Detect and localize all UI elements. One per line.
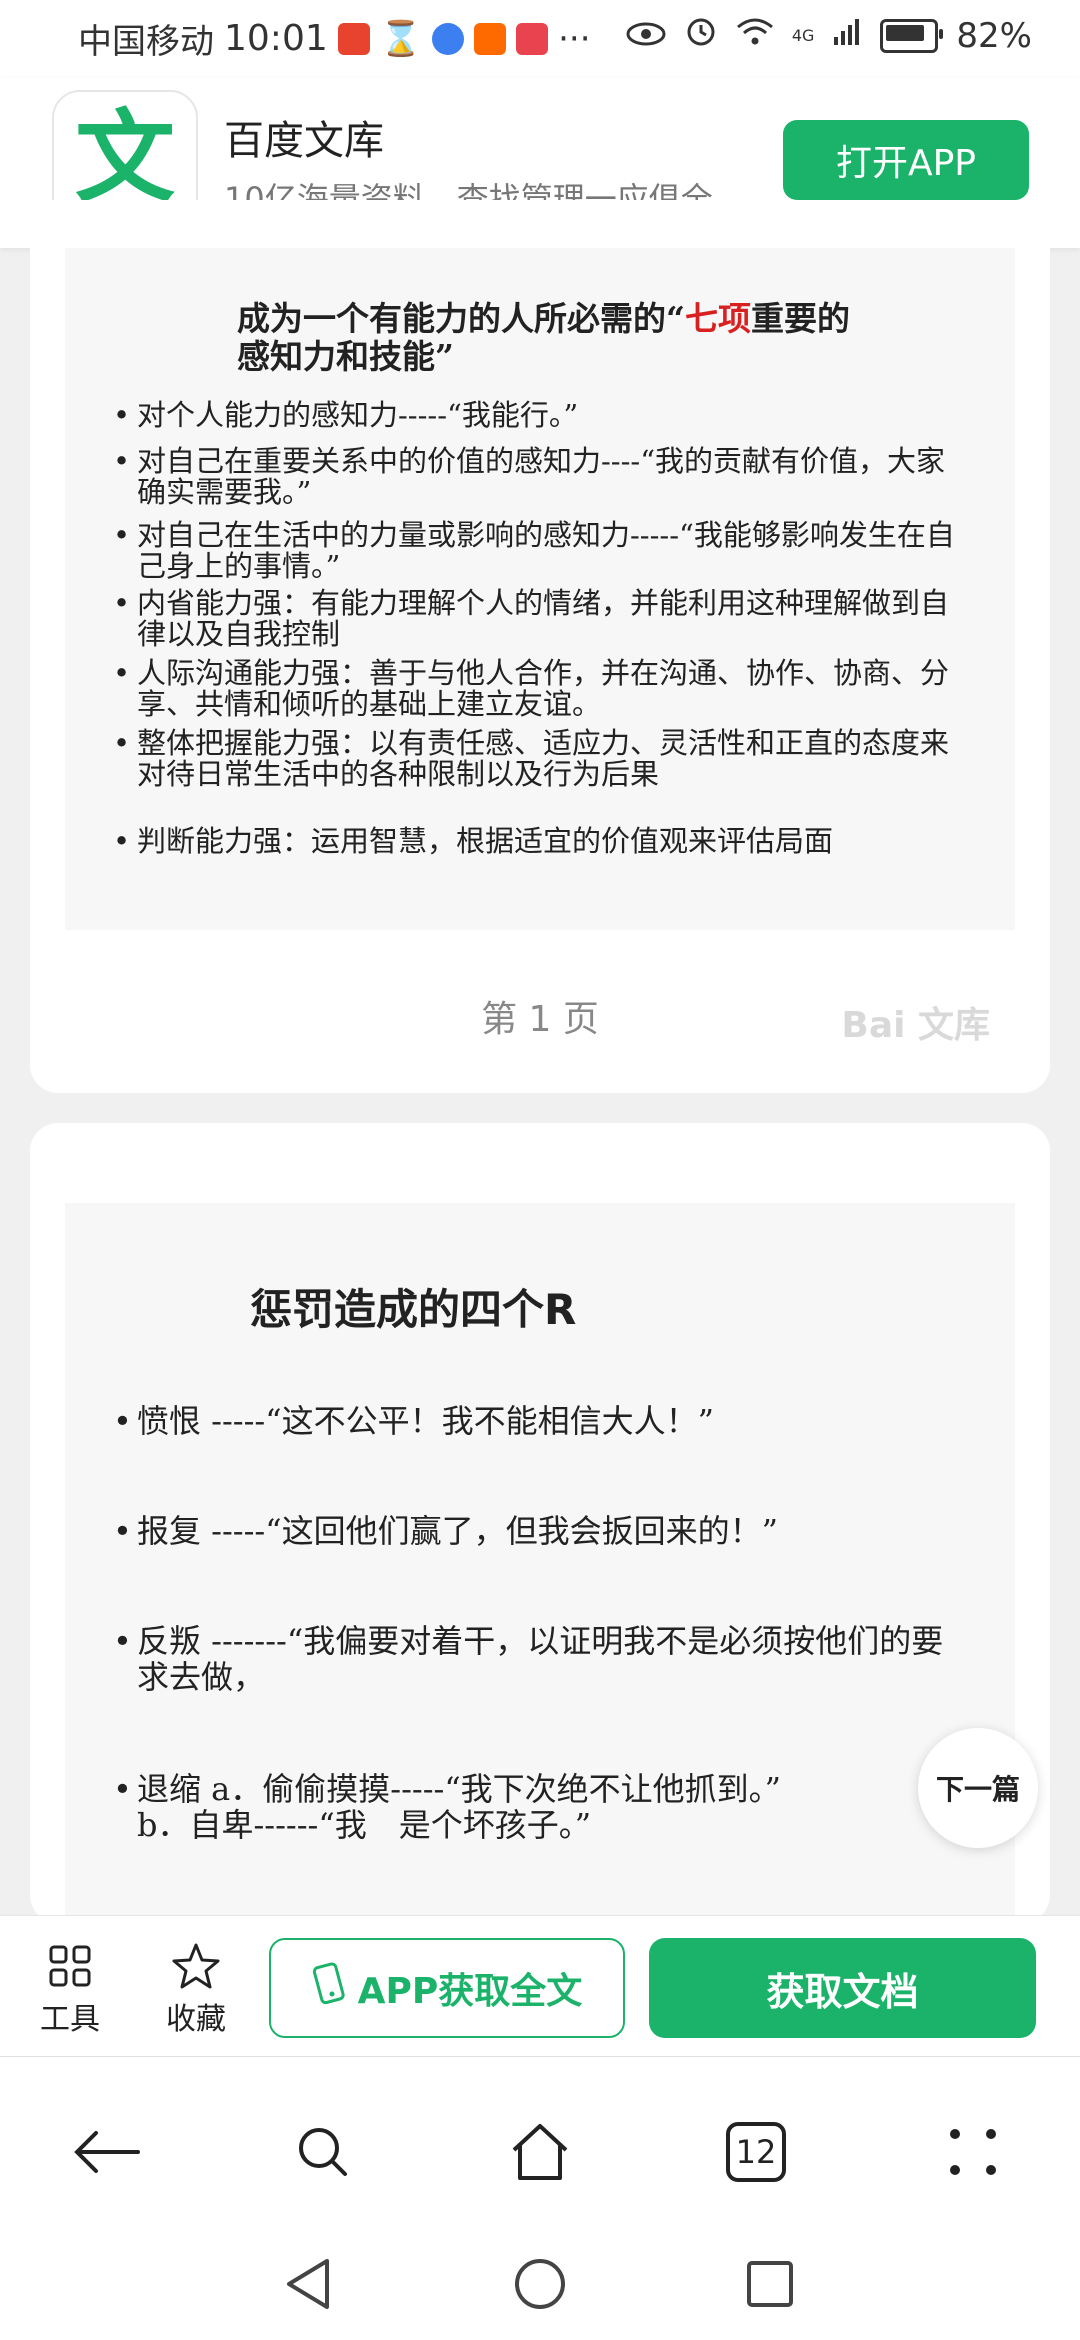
browser-nav-bar: 12 — [0, 2056, 1080, 2227]
slide-1-bullet: • 对自己在重要关系中的价值的感知力----“我的贡献有价值，大家确实需要我。” — [113, 446, 973, 508]
bullet-text: 对自己在生活中的力量或影响的感知力-----“我能够影响发生在自己身上的事情。” — [137, 518, 955, 583]
baidu-wenku-watermark: Bai 文库 — [841, 1005, 990, 1046]
slide-1-bullet: • 整体把握能力强：以有责任感、适应力、灵活性和正直的态度来对待日常生活中的各种限… — [113, 728, 973, 790]
grid-icon — [15, 1938, 125, 1994]
battery-icon — [880, 18, 944, 53]
more-menu-icon[interactable] — [928, 2107, 1018, 2197]
document-page-2: 惩罚造成的四个R • 愤恨 -----“这不公平！我不能相信大人！” • 报复 --… — [30, 1123, 1050, 1923]
clock: 10:01 — [224, 18, 328, 59]
taobao-icon — [474, 22, 507, 55]
action-bar: 工具 收藏 APP获取全文 获取文档 — [0, 1915, 1080, 2056]
slide-2-bullet: • 退缩 a．偷偷摸摸-----“我下次绝不让他抓到。” b．自卑------“我 … — [113, 1771, 973, 1843]
slide-1-bullet: • 对自己在生活中的力量或影响的感知力-----“我能够影响发生在自己身上的事情。… — [113, 520, 973, 582]
network-type: 4G — [791, 25, 815, 45]
bullet-text: 内省能力强：有能力理解个人的情绪，并能利用这种理解做到自律以及自我控制 — [137, 586, 950, 651]
get-document-button[interactable]: 获取文档 — [649, 1938, 1036, 2038]
battery-fill — [886, 24, 925, 41]
reader-icon — [516, 22, 549, 55]
tools-button[interactable]: 工具 — [15, 1938, 125, 2038]
app-name: 百度文库 — [224, 118, 384, 164]
slide-2-bullet: • 报复 -----“这回他们赢了，但我会扳回来的！” — [113, 1513, 973, 1549]
favorite-button[interactable]: 收藏 — [141, 1938, 251, 2038]
slide-1-bullet: • 人际沟通能力强：善于与他人合作，并在沟通、协作、协商、分享、共情和倾听的基础上… — [113, 658, 973, 720]
eye-icon — [626, 16, 666, 56]
app-fulltext-button[interactable]: APP获取全文 — [269, 1938, 625, 2038]
search-icon[interactable] — [278, 2107, 368, 2197]
favorite-label: 收藏 — [166, 2002, 226, 2037]
title-part-1: 成为一个有能力的人所必需的“ — [237, 299, 685, 338]
home-icon[interactable] — [495, 2107, 585, 2197]
slide-1-bullet: • 对个人能力的感知力-----“我能行。” — [113, 400, 973, 431]
back-icon[interactable] — [62, 2107, 152, 2197]
battery-percent: 82% — [956, 15, 1032, 56]
bullet-text: 愤恨 -----“这不公平！我不能相信大人！” — [137, 1402, 714, 1440]
status-bar: 中国移动 10:01 ⌛ ··· 4G 82% — [0, 0, 1080, 78]
system-nav-bar — [0, 2226, 1080, 2340]
tabs-button[interactable]: 12 — [711, 2107, 801, 2197]
bullet-text: 报复 -----“这回他们赢了，但我会扳回来的！” — [137, 1512, 778, 1550]
bullet-text: 人际沟通能力强：善于与他人合作，并在沟通、协作、协商、分享、共情和倾听的基础上建… — [137, 656, 950, 721]
bullet-text: 对自己在重要关系中的价值的感知力----“我的贡献有价值，大家确实需要我。” — [137, 444, 946, 509]
signal-icon — [832, 16, 862, 56]
slide-1-bullet: • 内省能力强：有能力理解个人的情绪，并能利用这种理解做到自律以及自我控制 — [113, 588, 973, 650]
app-icon-glyph: 文 — [75, 99, 175, 216]
slide-1: 成为一个有能力的人所必需的“七项重要的感知力和技能” • 对个人能力的感知力---… — [65, 248, 1015, 930]
browser-notification-icon — [432, 22, 465, 55]
more-notifications: ··· — [558, 18, 591, 59]
star-icon — [141, 1938, 251, 1994]
open-app-button[interactable]: 打开APP — [783, 120, 1029, 200]
status-right: 4G 82% — [626, 14, 1032, 57]
next-article-button[interactable]: 下一篇 — [918, 1728, 1038, 1848]
app-notification-icon — [337, 22, 370, 55]
tools-label: 工具 — [40, 2002, 100, 2037]
hourglass-icon: ⌛ — [379, 18, 423, 59]
slide-2-bullet: • 反叛 -------“我偏要对着干，以证明我不是必须按他们的要求去做， — [113, 1623, 973, 1695]
bullet-text: 反叛 -------“我偏要对着干，以证明我不是必须按他们的要求去做， — [137, 1622, 944, 1696]
carrier-label: 中国移动 — [78, 22, 214, 62]
tab-count: 12 — [735, 2133, 777, 2171]
bullet-text: 判断能力强：运用智慧，根据适宜的价值观来评估局面 — [137, 824, 834, 858]
bullet-text-line-2: b．自卑------“我 是个坏孩子。” — [137, 1806, 592, 1844]
slide-1-title: 成为一个有能力的人所必需的“七项重要的感知力和技能” — [237, 300, 877, 376]
bullet-text: 对个人能力的感知力-----“我能行。” — [137, 398, 579, 432]
system-recents-icon[interactable] — [740, 2254, 800, 2314]
slide-2-bullet: • 愤恨 -----“这不公平！我不能相信大人！” — [113, 1403, 973, 1439]
phone-icon — [312, 1961, 348, 2015]
bullet-text: 退缩 a．偷偷摸摸-----“我下次绝不让他抓到。” — [137, 1770, 782, 1808]
slide-1-bullet: • 判断能力强：运用智慧，根据适宜的价值观来评估局面 — [113, 826, 973, 857]
slide-2-title: 惩罚造成的四个R — [250, 1285, 577, 1334]
title-highlight: 七项 — [684, 299, 751, 338]
system-home-icon[interactable] — [510, 2254, 570, 2314]
slide-2: 惩罚造成的四个R • 愤恨 -----“这不公平！我不能相信大人！” • 报复 --… — [65, 1203, 1015, 1923]
alarm-icon — [684, 14, 718, 57]
wifi-icon — [736, 16, 774, 56]
app-fulltext-label: APP获取全文 — [357, 1971, 583, 2012]
document-page-1: 成为一个有能力的人所必需的“七项重要的感知力和技能” • 对个人能力的感知力---… — [30, 200, 1050, 1093]
bullet-text: 整体把握能力强：以有责任感、适应力、灵活性和正直的态度来对待日常生活中的各种限制… — [137, 726, 950, 791]
system-back-icon[interactable] — [278, 2254, 338, 2314]
status-left: 中国移动 10:01 ⌛ ··· — [78, 14, 591, 63]
